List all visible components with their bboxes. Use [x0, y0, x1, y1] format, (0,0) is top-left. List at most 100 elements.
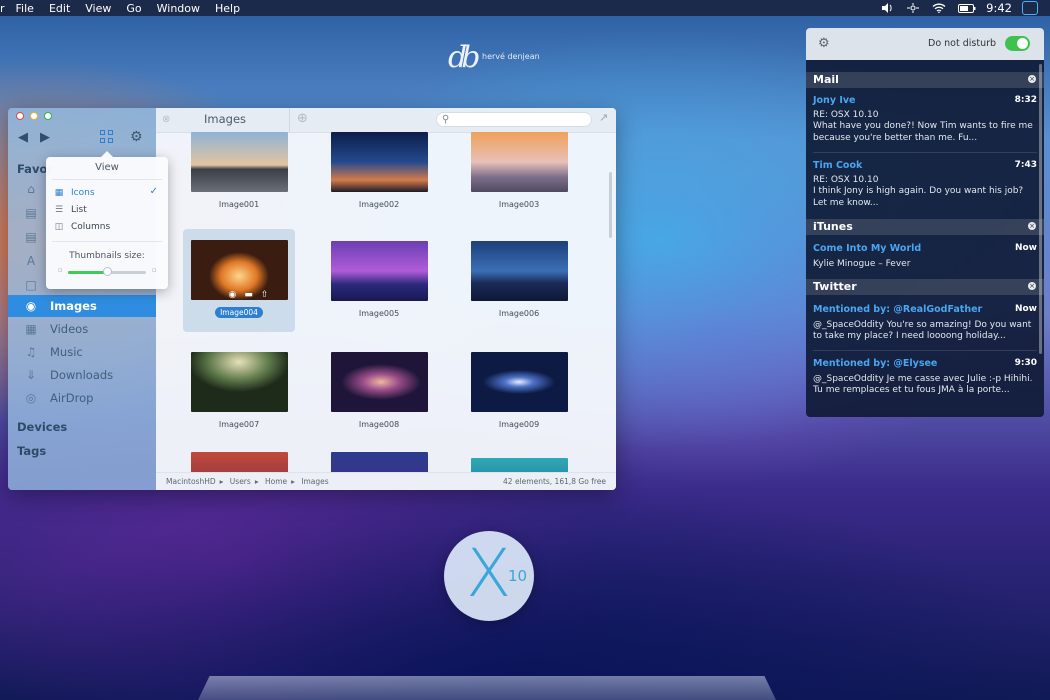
- breadcrumb-item[interactable]: Images: [301, 477, 328, 486]
- thumbnail-image: [470, 352, 568, 412]
- clear-section-icon[interactable]: ×: [1028, 222, 1036, 230]
- back-arrow-icon[interactable]: ◀: [18, 130, 28, 145]
- view-option-icons[interactable]: ▦ Icons ✓: [54, 186, 162, 200]
- slider-knob[interactable]: [102, 267, 112, 276]
- thumbnail-item[interactable]: Image002: [327, 132, 431, 209]
- menu-go[interactable]: Go: [126, 2, 141, 15]
- thumbnail-item[interactable]: Image009: [467, 352, 571, 429]
- music-icon: ♫: [25, 345, 37, 359]
- documents-icon: ▤: [25, 230, 37, 244]
- finder-content: ⊗ Images ⊕ ⚲ ↗ Image001 Image002 Image00…: [156, 108, 616, 490]
- notification-item[interactable]: Jony Ive 8:32 RE: OSX 10.10 What have yo…: [813, 95, 1037, 144]
- menu-clock[interactable]: 9:42: [986, 1, 1012, 15]
- clear-section-icon[interactable]: ×: [1028, 282, 1036, 290]
- section-header-mail: Mail ×: [806, 72, 1044, 88]
- logo-x: X: [466, 535, 512, 612]
- slider-max-icon: ▫: [152, 266, 157, 274]
- thumbnail-item[interactable]: Image008: [327, 352, 431, 429]
- thumbnail-item[interactable]: Image007: [187, 352, 291, 429]
- thumbnail-item[interactable]: [467, 458, 571, 472]
- thumbnail-item[interactable]: [187, 452, 291, 472]
- battery-icon[interactable]: [958, 3, 976, 13]
- breadcrumb-item[interactable]: Home: [265, 477, 287, 486]
- gear-icon[interactable]: ⚙: [818, 36, 830, 51]
- share-icon[interactable]: ⇧: [261, 290, 269, 300]
- sidebar-item-music[interactable]: ♫ Music: [8, 341, 156, 363]
- status-text: 42 elements, 161,8 Go free: [503, 477, 606, 486]
- scrollbar[interactable]: [1039, 64, 1042, 354]
- divider: [813, 152, 1037, 153]
- thumbnail-item[interactable]: Image003: [467, 132, 571, 209]
- notification-body: @_SpaceOddity You're so amazing! Do you …: [813, 319, 1032, 342]
- menu-file[interactable]: File: [16, 2, 34, 15]
- notification-center-icon[interactable]: [1022, 1, 1038, 15]
- notification-item[interactable]: Mentioned by: @RealGodFather Now @_Space…: [813, 304, 1037, 343]
- dock[interactable]: [198, 676, 776, 700]
- notification-item[interactable]: Tim Cook 7:43 RE: OSX 10.10 I think Jony…: [813, 160, 1037, 209]
- notification-sender: Come Into My World: [813, 243, 922, 254]
- gear-icon[interactable]: ⚙: [130, 130, 144, 144]
- apple-menu[interactable]: r: [0, 2, 5, 15]
- close-button[interactable]: [16, 112, 24, 120]
- scrollbar[interactable]: [609, 172, 612, 238]
- section-title: Twitter: [813, 280, 857, 293]
- notification-item[interactable]: Come Into My World Now Kylie Minogue – F…: [813, 243, 1037, 270]
- breadcrumb-item[interactable]: MacintoshHD: [166, 477, 216, 486]
- view-grid-icon[interactable]: [100, 130, 114, 144]
- search-input[interactable]: ⚲: [436, 112, 592, 127]
- quick-actions: ◉ ▬ ⇧: [229, 290, 269, 300]
- thumbnail-size-slider[interactable]: [68, 267, 146, 276]
- notification-item[interactable]: Mentioned by: @Elysee 9:30 @_SpaceOddity…: [813, 358, 1037, 397]
- tags-label[interactable]: Tags: [17, 444, 46, 458]
- thumbnail-item[interactable]: Image005: [327, 241, 431, 318]
- logo-name: hervé denjean: [482, 52, 540, 61]
- view-popover: View ▦ Icons ✓ ☰ List ◫ Columns Thumbnai…: [46, 151, 168, 289]
- breadcrumb-item[interactable]: Users: [230, 477, 251, 486]
- notification-time: 8:32: [1014, 95, 1037, 105]
- thumbnail-item[interactable]: [327, 452, 431, 472]
- wifi-icon[interactable]: [932, 3, 946, 13]
- minimize-button[interactable]: [30, 112, 38, 120]
- sidebar-item-airdrop[interactable]: ◎ AirDrop: [8, 387, 156, 409]
- tab-bar: ⊗ Images ⊕ ⚲ ↗: [156, 108, 616, 133]
- add-tab-icon[interactable]: ⊕: [297, 112, 311, 126]
- view-option-columns[interactable]: ◫ Columns: [54, 220, 162, 234]
- breadcrumb: MacintoshHD ▸ Users ▸ Home ▸ Images: [166, 477, 333, 486]
- do-not-disturb-toggle[interactable]: [1005, 36, 1030, 51]
- section-header-itunes: iTunes ×: [806, 219, 1044, 235]
- thumbnail-caption: Image005: [358, 309, 400, 318]
- bluetooth-icon[interactable]: [906, 3, 920, 13]
- breadcrumb-separator: ▸: [291, 477, 295, 486]
- zoom-button[interactable]: [44, 112, 52, 120]
- clear-section-icon[interactable]: ×: [1028, 75, 1036, 83]
- film-icon: ▦: [25, 322, 37, 336]
- thumbnail-item[interactable]: Image006: [467, 241, 571, 318]
- menu-edit[interactable]: Edit: [49, 2, 70, 15]
- view-option-list[interactable]: ☰ List: [54, 203, 162, 217]
- volume-icon[interactable]: [880, 3, 894, 13]
- notification-sender: Tim Cook: [813, 160, 863, 171]
- do-not-disturb-label: Do not disturb: [928, 38, 997, 49]
- tab-close-icon[interactable]: ⊗: [162, 115, 172, 125]
- notification-time: 7:43: [1014, 160, 1037, 170]
- menu-help[interactable]: Help: [215, 2, 240, 15]
- home-icon: ⌂: [27, 182, 35, 196]
- window-toolbar: ◀ ▶ ⚙: [8, 108, 156, 156]
- sidebar-item-videos[interactable]: ▦ Videos: [8, 318, 156, 340]
- sidebar-item-downloads[interactable]: ⇓ Downloads: [8, 364, 156, 386]
- eye-icon[interactable]: ◉: [229, 290, 237, 300]
- menu-view[interactable]: View: [85, 2, 111, 15]
- toggle-icon[interactable]: ▬: [244, 290, 253, 300]
- thumbnail-item[interactable]: Image001: [187, 132, 291, 209]
- menu-window[interactable]: Window: [157, 2, 200, 15]
- logo-version: 10: [508, 567, 528, 585]
- forward-arrow-icon[interactable]: ▶: [40, 130, 50, 145]
- devices-label[interactable]: Devices: [17, 420, 67, 434]
- sidebar-item-images[interactable]: ◉ Images: [8, 295, 156, 317]
- thumbnail-image: [330, 352, 428, 412]
- thumbnail-item-selected[interactable]: ◉ ▬ ⇧ Image004: [183, 229, 295, 332]
- fullscreen-icon[interactable]: ↗: [599, 111, 608, 124]
- tab-images[interactable]: Images: [204, 112, 246, 126]
- thumbnail-caption: Image008: [358, 420, 400, 429]
- sidebar-item-label: Music: [50, 345, 83, 359]
